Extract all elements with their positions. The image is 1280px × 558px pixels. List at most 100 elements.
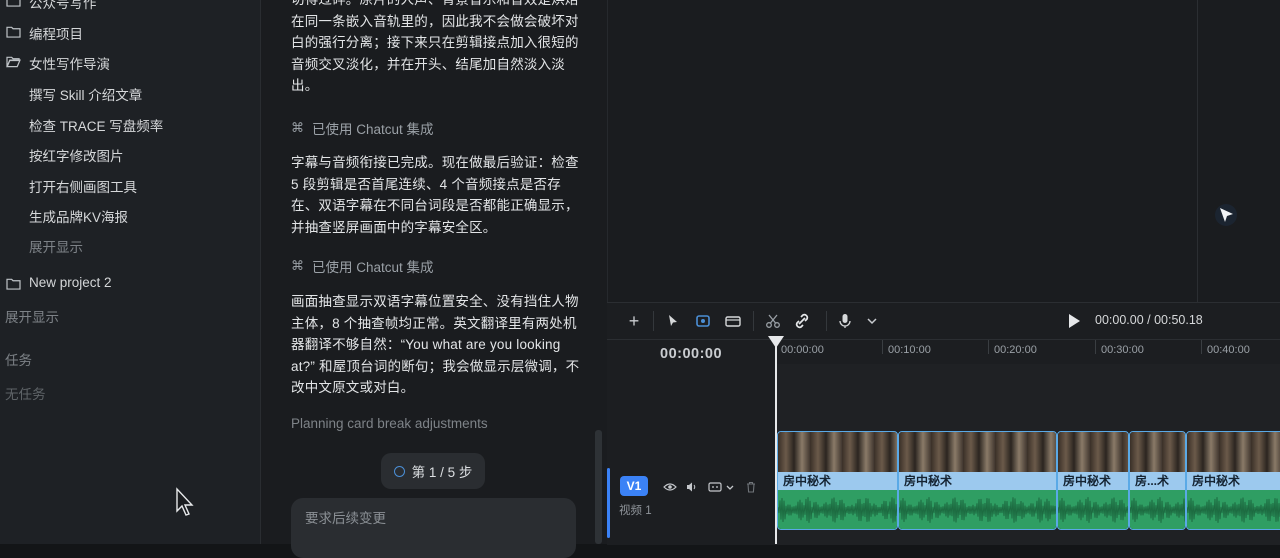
- ruler-tick-line: [1095, 340, 1096, 354]
- play-icon[interactable]: [1069, 314, 1080, 328]
- sidebar: 公众号写作 编程项目 女性写作导演 撰写 Skill 介绍文章 检查 TRACE…: [0, 0, 261, 544]
- ruler-tick-label: 00:40:00: [1207, 344, 1250, 356]
- track-selection-bar: [607, 468, 610, 538]
- add-icon[interactable]: +: [625, 311, 643, 331]
- ruler-tick-label: 00:10:00: [888, 344, 931, 356]
- tool-usage-label: 已使用 Chatcut 集成: [312, 122, 434, 137]
- folder-icon: [6, 26, 21, 38]
- sidebar-project-label: 女性写作导演: [29, 57, 110, 72]
- clip-title: 房中秘术: [1187, 472, 1280, 490]
- sidebar-project-gongzhonghao[interactable]: 公众号写作: [0, 0, 260, 11]
- chevron-down-icon[interactable]: [863, 312, 881, 330]
- audio-waveform: [778, 490, 897, 529]
- volume-icon[interactable]: [685, 481, 697, 493]
- ruler-tick-line: [988, 340, 989, 354]
- mouse-cursor-icon: [176, 487, 194, 516]
- video-clip[interactable]: 房中秘术: [1186, 431, 1280, 530]
- timeline-toolbar: + 00:00.00 / 00:50.18: [607, 303, 1280, 340]
- video-clip[interactable]: 房中秘术: [1057, 431, 1129, 530]
- link-icon[interactable]: [793, 312, 811, 330]
- caption-icon[interactable]: [708, 481, 722, 493]
- navigation-cursor-icon: [1215, 204, 1237, 226]
- sidebar-project-label: New project 2: [29, 275, 112, 290]
- audio-waveform: [1058, 490, 1128, 529]
- playhead-time: 00:00:00: [660, 346, 723, 362]
- track-name: 视频 1: [619, 505, 652, 517]
- preview-divider: [1197, 0, 1198, 302]
- playhead-line[interactable]: [775, 336, 777, 544]
- folder-icon: [6, 278, 21, 290]
- scissors-icon[interactable]: [764, 312, 782, 330]
- assistant-message: 画面抽查显示双语字幕位置安全、没有挡住人物主体，8 个抽查帧均正常。英文翻译里有…: [291, 294, 580, 395]
- clip-title: 房中秘术: [778, 472, 897, 490]
- video-clip[interactable]: 房...术: [1129, 431, 1186, 530]
- clip-title: 房...术: [1130, 472, 1185, 490]
- sidebar-project-coding[interactable]: 编程项目: [0, 23, 260, 42]
- time-ruler[interactable]: 00:00:00 00:10:00 00:20:00 00:30:00 00:4…: [775, 340, 1280, 364]
- select-pointer-icon[interactable]: [664, 312, 682, 330]
- eye-icon[interactable]: [663, 481, 677, 493]
- chevron-down-icon[interactable]: [725, 481, 735, 493]
- sidebar-project-new2[interactable]: New project 2: [0, 275, 260, 293]
- snap-magnet-icon[interactable]: [694, 312, 712, 330]
- sidebar-thread-item[interactable]: 生成品牌KV海报: [29, 206, 128, 226]
- video-clip[interactable]: 房中秘术: [777, 431, 898, 530]
- sidebar-project-label: 编程项目: [29, 27, 83, 42]
- assistant-message: 字幕与音频衔接已完成。现在做最后验证：检查 5 段剪辑是否首尾连续、4 个音频接…: [291, 155, 579, 235]
- playhead-handle[interactable]: [768, 336, 784, 348]
- track-badge[interactable]: V1: [620, 476, 648, 496]
- timeline-header-column: 00:00:00 V1 视频 1: [607, 340, 775, 545]
- sidebar-thread-item[interactable]: 检查 TRACE 写盘频率: [29, 115, 163, 135]
- clip-thumbnails: [1187, 432, 1280, 472]
- ruler-tick-label: 00:20:00: [994, 344, 1037, 356]
- video-clip[interactable]: 房中秘术: [898, 431, 1057, 530]
- folder-open-icon: [6, 56, 21, 68]
- clip-thumbnails: [899, 432, 1056, 472]
- clip-title: 房中秘术: [899, 472, 1056, 490]
- step-progress-pill[interactable]: 第 1 / 5 步: [381, 453, 485, 489]
- chat-panel: 切得过碎。原片的人声、背景音乐和音效是烘焙在同一条嵌入音轨里的，因此我不会做会破…: [261, 0, 607, 558]
- progress-ring-icon: [393, 465, 405, 477]
- clip-thumbnails: [778, 432, 897, 472]
- planning-status: Planning card break adjustments: [291, 416, 488, 431]
- sidebar-project-women-director[interactable]: 女性写作导演: [0, 53, 260, 72]
- clip-title: 房中秘术: [1058, 472, 1128, 490]
- timecode-display: 00:00.00 / 00:50.18: [1095, 313, 1203, 327]
- expand-threads-link[interactable]: 展开显示: [29, 236, 83, 256]
- tasks-heading: 任务: [5, 353, 32, 368]
- trash-icon[interactable]: [745, 481, 757, 493]
- sidebar-thread-item[interactable]: 按红字修改图片: [29, 145, 124, 165]
- toolbar-divider: [826, 311, 827, 331]
- followup-input[interactable]: [303, 510, 557, 527]
- step-progress-label: 第 1 / 5 步: [411, 465, 473, 480]
- microphone-icon[interactable]: [836, 312, 854, 330]
- sidebar-thread-item[interactable]: 打开右侧画图工具: [29, 176, 137, 196]
- ruler-tick-label: 00:30:00: [1101, 344, 1144, 356]
- film-track-icon[interactable]: [724, 312, 742, 330]
- video-preview-area: [607, 0, 1280, 302]
- expand-projects-link[interactable]: 展开显示: [5, 306, 59, 326]
- timeline-panel: + 00:00.00 / 00:50.18 00:00:00 V1 视频 1 0…: [607, 302, 1280, 545]
- tool-usage-indicator[interactable]: ⌘ 已使用 Chatcut 集成: [291, 118, 434, 138]
- command-icon: ⌘: [291, 258, 304, 273]
- clip-thumbnails: [1130, 432, 1185, 472]
- sidebar-project-label: 公众号写作: [29, 0, 97, 11]
- ruler-tick-label: 00:00:00: [781, 344, 824, 356]
- chat-scrollbar[interactable]: [595, 430, 602, 544]
- sidebar-thread-item[interactable]: 撰写 Skill 介绍文章: [29, 84, 142, 104]
- audio-waveform: [1187, 490, 1280, 529]
- ruler-tick-line: [1201, 340, 1202, 354]
- toolbar-divider: [653, 311, 654, 331]
- audio-waveform: [899, 490, 1056, 529]
- folder-icon: [6, 0, 21, 7]
- no-tasks-text: 无任务: [5, 387, 46, 402]
- command-icon: ⌘: [291, 120, 304, 135]
- followup-input-box[interactable]: [291, 498, 576, 558]
- tool-usage-indicator[interactable]: ⌘ 已使用 Chatcut 集成: [291, 256, 434, 276]
- ruler-tick-line: [882, 340, 883, 354]
- assistant-message: 切得过碎。原片的人声、背景音乐和音效是烘焙在同一条嵌入音轨里的，因此我不会做会破…: [291, 0, 579, 93]
- clip-thumbnails: [1058, 432, 1128, 472]
- tool-usage-label: 已使用 Chatcut 集成: [312, 260, 434, 275]
- toolbar-divider: [753, 311, 754, 331]
- audio-waveform: [1130, 490, 1185, 529]
